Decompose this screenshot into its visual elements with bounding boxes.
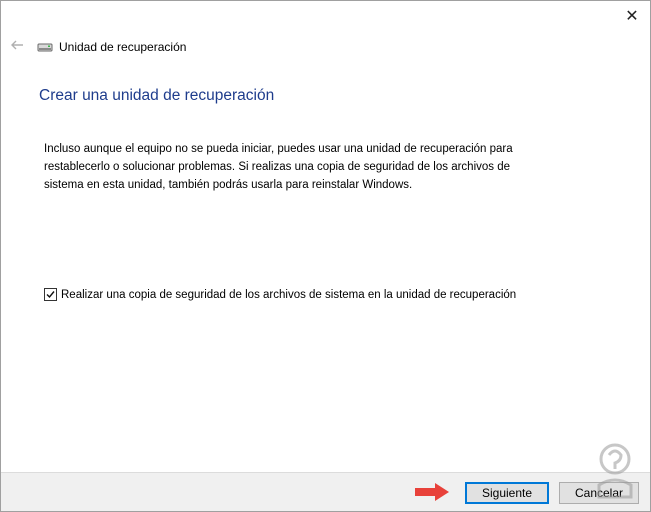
window-title-row: Unidad de recuperación: [37, 39, 186, 55]
back-button[interactable]: [9, 37, 25, 53]
window-title: Unidad de recuperación: [59, 40, 187, 54]
recovery-drive-window: ✕ Unidad de recuperación Crear una unida…: [0, 0, 651, 512]
backup-system-files-option[interactable]: Realizar una copia de seguridad de los a…: [44, 288, 516, 301]
footer-bar: Siguiente Cancelar: [1, 472, 650, 511]
description-line: restablecerlo o solucionar problemas. Si…: [44, 161, 511, 173]
checkmark-icon: [46, 291, 55, 299]
backup-checkbox-label[interactable]: Realizar una copia de seguridad de los a…: [61, 289, 516, 301]
next-button[interactable]: Siguiente: [465, 482, 549, 504]
page-title: Crear una unidad de recuperación: [39, 87, 275, 104]
watermark-logo-icon: [597, 443, 633, 499]
close-button[interactable]: ✕: [622, 7, 642, 27]
drive-icon: [37, 43, 53, 52]
description-line: sistema en esta unidad, también podrás u…: [44, 179, 413, 191]
description-line: Incluso aunque el equipo no se pueda ini…: [44, 143, 513, 155]
description-text: Incluso aunque el equipo no se pueda ini…: [44, 140, 564, 194]
back-arrow-icon: [11, 40, 23, 50]
backup-checkbox[interactable]: [44, 288, 57, 301]
close-icon: ✕: [625, 8, 639, 25]
red-arrow-icon: [415, 483, 449, 501]
